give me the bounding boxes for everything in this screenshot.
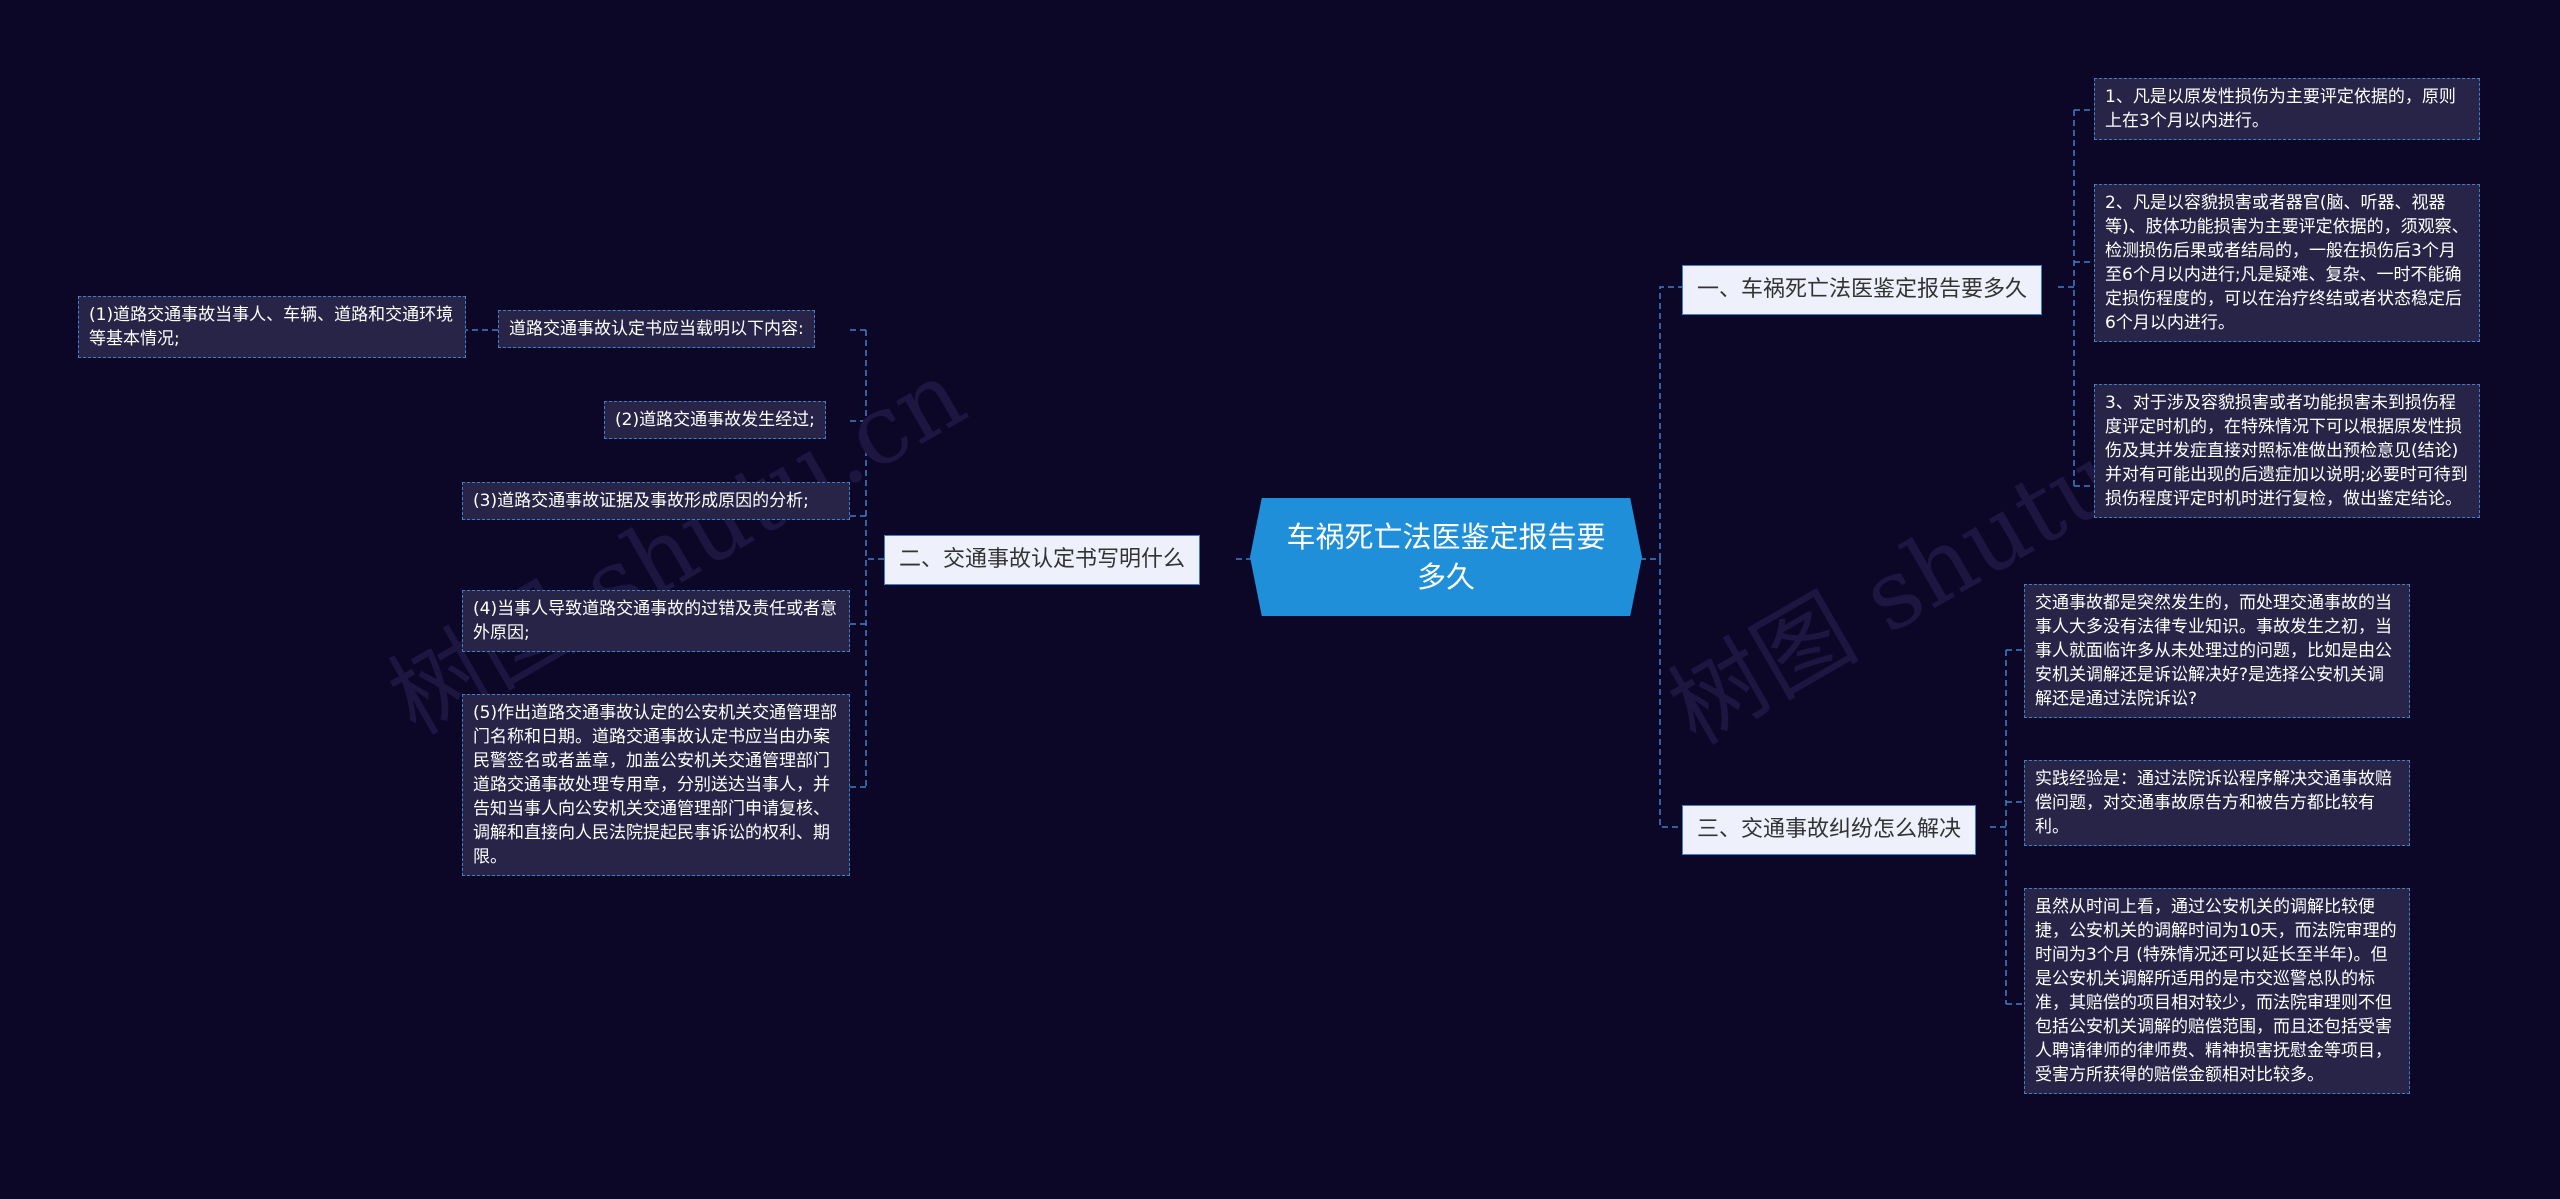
branch-right-top[interactable]: 一、车祸死亡法医鉴定报告要多久 (1682, 265, 2043, 315)
leaf-text: 实践经验是：通过法院诉讼程序解决交通事故赔偿问题，对交通事故原告方和被告方都比较… (2035, 769, 2392, 837)
branch-right-bottom[interactable]: 三、交通事故纠纷怎么解决 (1682, 805, 1977, 855)
leaf-text: 2、凡是以容貌损害或者器官(脑、听器、视器等)、肢体功能损害为主要评定依据的，须… (2105, 193, 2469, 333)
leaf-right-bottom-3[interactable]: 虽然从时间上看，通过公安机关的调解比较便捷，公安机关的调解时间为10天，而法院审… (2024, 888, 2410, 1094)
branch-right-top-label: 一、车祸死亡法医鉴定报告要多久 (1697, 277, 2028, 302)
leaf-left-5[interactable]: (5)作出道路交通事故认定的公安机关交通管理部门名称和日期。道路交通事故认定书应… (462, 694, 850, 876)
branch-left-label: 二、交通事故认定书写明什么 (899, 547, 1186, 572)
leaf-text: (4)当事人导致道路交通事故的过错及责任或者意外原因; (473, 599, 838, 643)
leaf-text: 1、凡是以原发性损伤为主要评定依据的，原则上在3个月以内进行。 (2105, 87, 2456, 131)
leaf-text: 道路交通事故认定书应当载明以下内容: (509, 319, 804, 339)
leaf-right-bottom-1[interactable]: 交通事故都是突然发生的，而处理交通事故的当事人大多没有法律专业知识。事故发生之初… (2024, 584, 2410, 718)
leaf-left-3[interactable]: (3)道路交通事故证据及事故形成原因的分析; (462, 482, 850, 520)
leaf-right-top-1[interactable]: 1、凡是以原发性损伤为主要评定依据的，原则上在3个月以内进行。 (2094, 78, 2480, 140)
leaf-text: 3、对于涉及容貌损害或者功能损害未到损伤程度评定时机的，在特殊情况下可以根据原发… (2105, 393, 2468, 509)
leaf-text: (2)道路交通事故发生经过; (615, 410, 815, 430)
root-topic-label: 车祸死亡法医鉴定报告要多久 (1286, 520, 1606, 594)
leaf-left-1-child[interactable]: (1)道路交通事故当事人、车辆、道路和交通环境等基本情况; (78, 296, 466, 358)
leaf-text: (5)作出道路交通事故认定的公安机关交通管理部门名称和日期。道路交通事故认定书应… (473, 703, 838, 867)
leaf-right-top-2[interactable]: 2、凡是以容貌损害或者器官(脑、听器、视器等)、肢体功能损害为主要评定依据的，须… (2094, 184, 2480, 342)
root-topic[interactable]: 车祸死亡法医鉴定报告要多久 (1250, 498, 1642, 616)
leaf-left-1[interactable]: 道路交通事故认定书应当载明以下内容: (498, 310, 815, 348)
leaf-text: (3)道路交通事故证据及事故形成原因的分析; (473, 491, 809, 511)
leaf-right-top-3[interactable]: 3、对于涉及容貌损害或者功能损害未到损伤程度评定时机的，在特殊情况下可以根据原发… (2094, 384, 2480, 518)
leaf-right-bottom-2[interactable]: 实践经验是：通过法院诉讼程序解决交通事故赔偿问题，对交通事故原告方和被告方都比较… (2024, 760, 2410, 846)
branch-left[interactable]: 二、交通事故认定书写明什么 (884, 535, 1201, 585)
leaf-text: 虽然从时间上看，通过公安机关的调解比较便捷，公安机关的调解时间为10天，而法院审… (2035, 897, 2397, 1085)
leaf-text: (1)道路交通事故当事人、车辆、道路和交通环境等基本情况; (89, 305, 454, 349)
leaf-left-2[interactable]: (2)道路交通事故发生经过; (604, 401, 826, 439)
branch-right-bottom-label: 三、交通事故纠纷怎么解决 (1697, 817, 1962, 842)
leaf-left-4[interactable]: (4)当事人导致道路交通事故的过错及责任或者意外原因; (462, 590, 850, 652)
leaf-text: 交通事故都是突然发生的，而处理交通事故的当事人大多没有法律专业知识。事故发生之初… (2035, 593, 2392, 709)
